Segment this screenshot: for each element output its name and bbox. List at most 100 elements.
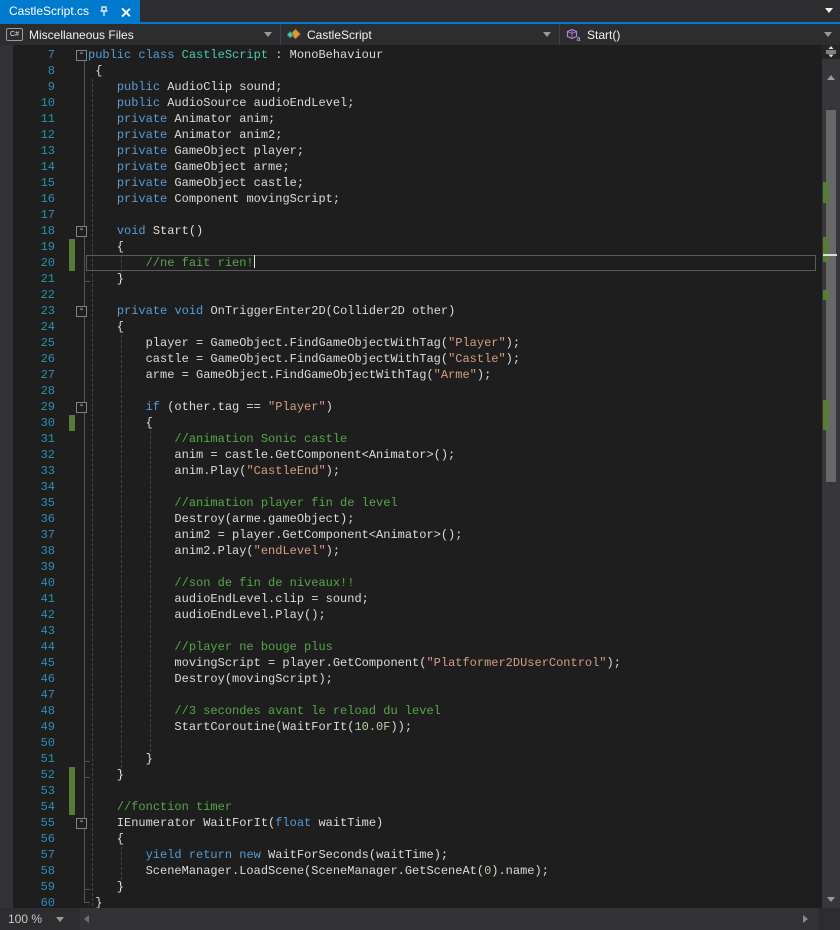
code-line[interactable]: 60 } bbox=[0, 895, 822, 908]
project-dropdown[interactable]: C# Miscellaneous Files bbox=[0, 24, 281, 45]
member-dropdown-label: Start() bbox=[587, 28, 620, 42]
chevron-down-icon bbox=[824, 32, 832, 37]
line-number: 9 bbox=[0, 79, 55, 95]
split-editor-handle[interactable] bbox=[822, 45, 840, 59]
code-line[interactable]: 53 bbox=[0, 783, 822, 799]
code-line[interactable]: 30 { bbox=[0, 415, 822, 431]
code-line[interactable]: 43 bbox=[0, 623, 822, 639]
code-text: { bbox=[88, 415, 153, 431]
code-line[interactable]: 12 private Animator anim2; bbox=[0, 127, 822, 143]
open-documents-dropdown[interactable] bbox=[825, 8, 833, 13]
code-line[interactable]: 25 player = GameObject.FindGameObjectWit… bbox=[0, 335, 822, 351]
collapse-toggle-icon[interactable]: - bbox=[76, 226, 87, 237]
code-line[interactable]: 29- if (other.tag == "Player") bbox=[0, 399, 822, 415]
collapse-toggle-icon[interactable]: - bbox=[76, 50, 87, 61]
code-line[interactable]: 45 movingScript = player.GetComponent("P… bbox=[0, 655, 822, 671]
code-line[interactable]: 52 } bbox=[0, 767, 822, 783]
code-line[interactable]: 28 bbox=[0, 383, 822, 399]
code-line[interactable]: 50 bbox=[0, 735, 822, 751]
close-tab-icon[interactable] bbox=[119, 5, 131, 17]
code-line[interactable]: 32 anim = castle.GetComponent<Animator>(… bbox=[0, 447, 822, 463]
code-text: private GameObject arme; bbox=[88, 159, 290, 175]
code-line[interactable]: 58 SceneManager.LoadScene(SceneManager.G… bbox=[0, 863, 822, 879]
code-line[interactable]: 20 //ne fait rien! bbox=[0, 255, 822, 271]
scroll-left-arrow[interactable] bbox=[84, 915, 89, 923]
code-line[interactable]: 55- IEnumerator WaitForIt(float waitTime… bbox=[0, 815, 822, 831]
tab-title: CastleScript.cs bbox=[9, 4, 89, 18]
code-line[interactable]: 56 { bbox=[0, 831, 822, 847]
code-line[interactable]: 41 audioEndLevel.clip = sound; bbox=[0, 591, 822, 607]
caret-position-mark bbox=[823, 254, 837, 256]
code-text: movingScript = player.GetComponent("Plat… bbox=[88, 655, 621, 671]
code-line[interactable]: 47 bbox=[0, 687, 822, 703]
line-number: 44 bbox=[0, 639, 55, 655]
horizontal-scrollbar[interactable] bbox=[80, 908, 818, 930]
code-line[interactable]: 57 yield return new WaitForSeconds(waitT… bbox=[0, 847, 822, 863]
line-number: 32 bbox=[0, 447, 55, 463]
code-text: anim2 = player.GetComponent<Animator>(); bbox=[88, 527, 462, 543]
code-line[interactable]: 33 anim.Play("CastleEnd"); bbox=[0, 463, 822, 479]
code-line[interactable]: 9 public AudioClip sound; bbox=[0, 79, 822, 95]
scroll-down-arrow[interactable] bbox=[827, 897, 835, 902]
code-line[interactable]: 38 anim2.Play("endLevel"); bbox=[0, 543, 822, 559]
tab-castlescript[interactable]: CastleScript.cs bbox=[0, 0, 140, 22]
line-number: 41 bbox=[0, 591, 55, 607]
code-line[interactable]: 19 { bbox=[0, 239, 822, 255]
code-line[interactable]: 31 //animation Sonic castle bbox=[0, 431, 822, 447]
line-number: 26 bbox=[0, 351, 55, 367]
csharp-project-icon: C# bbox=[6, 28, 23, 41]
line-number: 21 bbox=[0, 271, 55, 287]
pin-tab-icon[interactable] bbox=[98, 5, 110, 17]
line-number: 24 bbox=[0, 319, 55, 335]
code-line[interactable]: 35 //animation player fin de level bbox=[0, 495, 822, 511]
collapse-toggle-icon[interactable]: - bbox=[76, 402, 87, 413]
code-line[interactable]: 42 audioEndLevel.Play(); bbox=[0, 607, 822, 623]
code-line[interactable]: 59 } bbox=[0, 879, 822, 895]
code-line[interactable]: 36 Destroy(arme.gameObject); bbox=[0, 511, 822, 527]
zoom-select[interactable]: 100 % bbox=[0, 908, 80, 930]
line-number: 43 bbox=[0, 623, 55, 639]
code-editor[interactable]: 7-public class CastleScript : MonoBehavi… bbox=[0, 45, 822, 908]
code-line[interactable]: 11 private Animator anim; bbox=[0, 111, 822, 127]
collapse-toggle-icon[interactable]: - bbox=[76, 818, 87, 829]
code-text: private Component movingScript; bbox=[88, 191, 340, 207]
type-dropdown[interactable]: CastleScript bbox=[281, 24, 560, 45]
code-line[interactable]: 46 Destroy(movingScript); bbox=[0, 671, 822, 687]
code-line[interactable]: 44 //player ne bouge plus bbox=[0, 639, 822, 655]
code-line[interactable]: 48 //3 secondes avant le reload du level bbox=[0, 703, 822, 719]
navigation-bar: C# Miscellaneous Files CastleScript a St… bbox=[0, 24, 840, 45]
code-line[interactable]: 15 private GameObject castle; bbox=[0, 175, 822, 191]
line-number: 58 bbox=[0, 863, 55, 879]
code-line[interactable]: 18- void Start() bbox=[0, 223, 822, 239]
code-line[interactable]: 40 //son de fin de niveaux!! bbox=[0, 575, 822, 591]
scroll-right-arrow[interactable] bbox=[803, 915, 808, 923]
code-line[interactable]: 34 bbox=[0, 479, 822, 495]
code-line[interactable]: 26 castle = GameObject.FindGameObjectWit… bbox=[0, 351, 822, 367]
collapse-toggle-icon[interactable]: - bbox=[76, 306, 87, 317]
code-line[interactable]: 8 { bbox=[0, 63, 822, 79]
code-text: anim2.Play("endLevel"); bbox=[88, 543, 340, 559]
code-line[interactable]: 10 public AudioSource audioEndLevel; bbox=[0, 95, 822, 111]
code-line[interactable]: 22 bbox=[0, 287, 822, 303]
member-dropdown[interactable]: a Start() bbox=[560, 24, 840, 45]
vertical-scrollbar[interactable] bbox=[822, 45, 840, 908]
code-line[interactable]: 14 private GameObject arme; bbox=[0, 159, 822, 175]
code-line[interactable]: 54 //fonction timer bbox=[0, 799, 822, 815]
code-line[interactable]: 37 anim2 = player.GetComponent<Animator>… bbox=[0, 527, 822, 543]
code-line[interactable]: 13 private GameObject player; bbox=[0, 143, 822, 159]
code-line[interactable]: 39 bbox=[0, 559, 822, 575]
code-line[interactable]: 21 } bbox=[0, 271, 822, 287]
line-number: 17 bbox=[0, 207, 55, 223]
change-tracking-bar bbox=[69, 783, 75, 799]
code-line[interactable]: 24 { bbox=[0, 319, 822, 335]
code-line[interactable]: 16 private Component movingScript; bbox=[0, 191, 822, 207]
line-number: 55 bbox=[0, 815, 55, 831]
code-line[interactable]: 51 } bbox=[0, 751, 822, 767]
code-line[interactable]: 27 arme = GameObject.FindGameObjectWithT… bbox=[0, 367, 822, 383]
code-line[interactable]: 49 StartCoroutine(WaitForIt(10.0F)); bbox=[0, 719, 822, 735]
scroll-up-arrow[interactable] bbox=[827, 75, 835, 80]
code-line[interactable]: 7-public class CastleScript : MonoBehavi… bbox=[0, 47, 822, 63]
code-line[interactable]: 23- private void OnTriggerEnter2D(Collid… bbox=[0, 303, 822, 319]
code-line[interactable]: 17 bbox=[0, 207, 822, 223]
code-text: audioEndLevel.Play(); bbox=[88, 607, 326, 623]
